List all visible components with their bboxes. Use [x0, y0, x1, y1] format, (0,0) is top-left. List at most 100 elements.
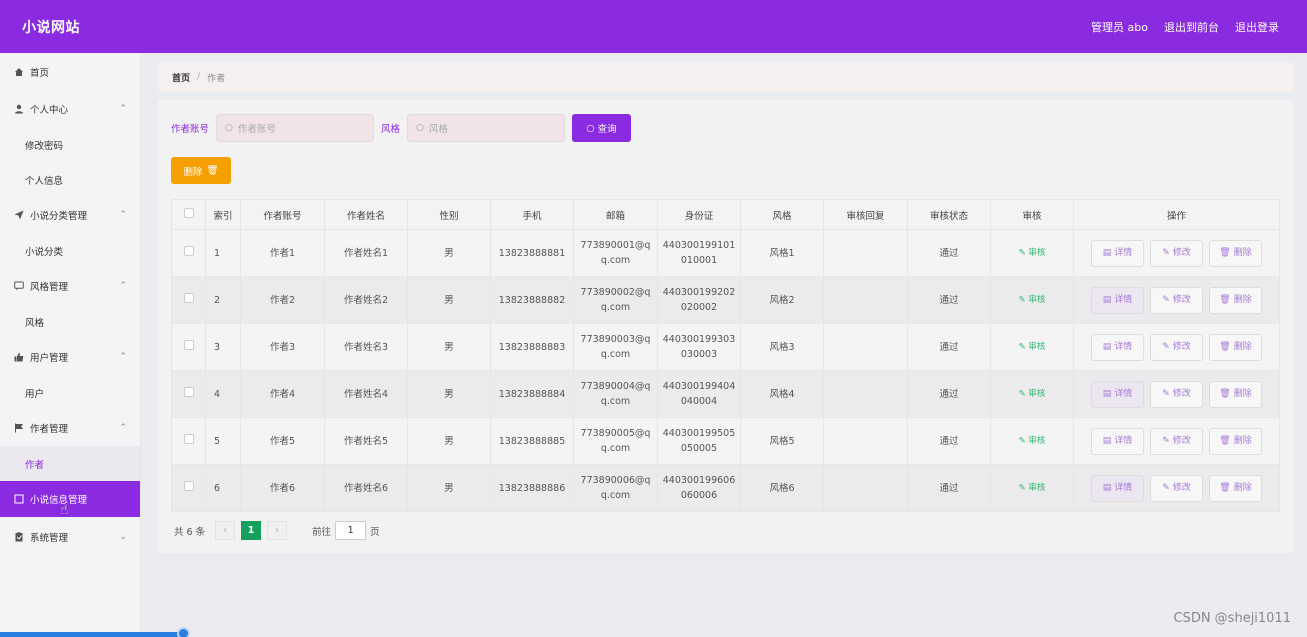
- detail-button[interactable]: ▤ 详情: [1091, 333, 1144, 361]
- sidebar-item-change-password[interactable]: 修改密码: [0, 127, 140, 162]
- edit-button[interactable]: ✎ 修改: [1150, 427, 1203, 455]
- email-line: 773890004@q: [580, 381, 651, 392]
- audit-cell: ✎ 审核: [990, 370, 1074, 418]
- delete-button[interactable]: 🗑 删除: [1209, 427, 1262, 455]
- email-cell: 773890001@q q.com: [573, 229, 658, 277]
- sidebar-item-personal[interactable]: 个人中心 ⌃: [0, 91, 140, 127]
- style-search-input[interactable]: ○ 风格: [407, 114, 566, 142]
- chevron-up-icon: ⌃: [119, 423, 127, 433]
- batch-delete-button[interactable]: 删除 🗑: [171, 157, 231, 184]
- row-checkbox[interactable]: [183, 292, 194, 303]
- delete-button[interactable]: 🗑 删除: [1209, 474, 1262, 502]
- sidebar-item-user-mgmt[interactable]: 用户管理 ⌃: [0, 339, 140, 375]
- sidebar-item-user[interactable]: 用户: [0, 375, 140, 410]
- row-actions: ▤ 详情 ✎ 修改 🗑 删除: [1074, 239, 1279, 267]
- sidebar-item-style[interactable]: 风格: [0, 304, 140, 339]
- sidebar-item-novel-info-mgmt[interactable]: 小说信息管理: [0, 481, 140, 517]
- phone-cell: 13823888882: [490, 276, 574, 324]
- detail-button[interactable]: ▤ 详情: [1091, 427, 1144, 455]
- edit-button[interactable]: ✎ 修改: [1150, 333, 1203, 361]
- detail-icon: ▤: [1102, 294, 1112, 305]
- id-card-cell: 440300199505 050005: [657, 417, 741, 465]
- detail-button[interactable]: ▤ 详情: [1091, 286, 1144, 314]
- table-row[interactable]: 4 作者4 作者姓名4 男 13823888884 773890004@q q.com 440…: [171, 370, 1280, 418]
- delete-button[interactable]: 🗑 删除: [1209, 286, 1262, 314]
- sidebar-item-personal-info[interactable]: 个人信息: [0, 162, 140, 197]
- goto-page-input[interactable]: 1: [335, 521, 367, 540]
- sidebar-item-novel-category[interactable]: 小说分类: [0, 233, 140, 268]
- audit-link[interactable]: ✎ 审核: [1019, 483, 1046, 493]
- sidebar-item-style-mgmt[interactable]: 风格管理 ⌃: [0, 268, 140, 304]
- audit-link[interactable]: ✎ 审核: [1019, 295, 1046, 305]
- edit-button[interactable]: ✎ 修改: [1150, 239, 1203, 267]
- id-card-cell: 440300199101 010001: [657, 229, 741, 277]
- page-suffix: 页: [370, 526, 380, 538]
- email-line: q.com: [600, 490, 631, 501]
- delete-button[interactable]: 🗑 删除: [1209, 239, 1262, 267]
- prev-page-button[interactable]: ‹: [215, 521, 236, 540]
- page-number-button[interactable]: 1: [241, 521, 262, 540]
- audit-link[interactable]: ✎ 审核: [1019, 248, 1046, 258]
- next-page-button[interactable]: ›: [267, 521, 288, 540]
- breadcrumb-separator: /: [197, 72, 201, 82]
- table-row[interactable]: 1 作者1 作者姓名1 男 13823888881 773890001@q q.com 440…: [171, 229, 1280, 277]
- thumbs-up-icon: [14, 352, 24, 362]
- audit-link-label: 审核: [1028, 342, 1046, 352]
- chevron-down-icon: ⌄: [119, 532, 127, 542]
- audit-link[interactable]: ✎ 审核: [1019, 342, 1046, 352]
- horizontal-scrollbar[interactable]: [0, 632, 185, 637]
- name-cell: 作者姓名2: [324, 276, 408, 324]
- select-all-checkbox[interactable]: [183, 208, 194, 218]
- index-cell: 2: [205, 276, 241, 324]
- style-label: 风格: [381, 124, 401, 135]
- edit-button[interactable]: ✎ 修改: [1150, 474, 1203, 502]
- id-line: 010001: [680, 255, 718, 266]
- sidebar-item-category-mgmt[interactable]: 小说分类管理 ⌃: [0, 197, 140, 233]
- sidebar-item-home[interactable]: 首页: [0, 53, 140, 91]
- audit-link-label: 审核: [1028, 483, 1046, 493]
- operations-cell: ▤ 详情 ✎ 修改 🗑 删除: [1073, 464, 1280, 512]
- row-checkbox[interactable]: [183, 386, 194, 397]
- table-header-row: 索引 作者账号 作者姓名 性别 手机 邮箱 身份证 风格 审核回复 审核状态 审…: [171, 199, 1280, 230]
- detail-button[interactable]: ▤ 详情: [1091, 380, 1144, 408]
- email-line: q.com: [600, 443, 631, 454]
- query-button[interactable]: ○ 查询: [572, 114, 632, 142]
- audit-link[interactable]: ✎ 审核: [1019, 436, 1046, 446]
- table-row[interactable]: 3 作者3 作者姓名3 男 13823888883 773890003@q q.com 440…: [171, 323, 1280, 371]
- sidebar-item-author-mgmt[interactable]: 作者管理 ⌃: [0, 410, 140, 446]
- delete-button[interactable]: 🗑 删除: [1209, 380, 1262, 408]
- table-row[interactable]: 6 作者6 作者姓名6 男 13823888886 773890006@q q.com 440…: [171, 464, 1280, 512]
- table-row[interactable]: 5 作者5 作者姓名5 男 13823888885 773890005@q q.com 440…: [171, 417, 1280, 465]
- edit-icon: ✎: [1162, 482, 1170, 493]
- edit-button[interactable]: ✎ 修改: [1150, 286, 1203, 314]
- row-checkbox[interactable]: [183, 339, 194, 350]
- row-checkbox[interactable]: [183, 433, 194, 444]
- id-line: 050005: [680, 443, 718, 454]
- trash-icon: 🗑: [1219, 247, 1231, 258]
- edit-button[interactable]: ✎ 修改: [1150, 380, 1203, 408]
- top-header: 小说网站 管理员 abo 退出到前台 退出登录: [0, 0, 1307, 53]
- sidebar-item-author[interactable]: 作者: [0, 446, 140, 481]
- breadcrumb-home[interactable]: 首页: [172, 71, 190, 84]
- gender-cell: 男: [407, 417, 491, 465]
- breadcrumb: 首页 / 作者: [158, 62, 1293, 92]
- table-row[interactable]: 2 作者2 作者姓名2 男 13823888882 773890002@q q.com 440…: [171, 276, 1280, 324]
- detail-button[interactable]: ▤ 详情: [1091, 239, 1144, 267]
- flag-icon: [14, 423, 24, 433]
- account-search-input[interactable]: ○ 作者账号: [216, 114, 375, 142]
- admin-user-label[interactable]: 管理员 abo: [1091, 19, 1148, 35]
- detail-icon: ▤: [1102, 388, 1112, 399]
- sidebar-item-system-mgmt[interactable]: 系统管理 ⌄: [0, 519, 140, 555]
- id-card-cell: 440300199303 030003: [657, 323, 741, 371]
- audit-link[interactable]: ✎ 审核: [1019, 389, 1046, 399]
- row-checkbox[interactable]: [183, 245, 194, 256]
- id-line: 440300199202: [662, 287, 736, 298]
- row-checkbox[interactable]: [183, 480, 194, 491]
- site-brand[interactable]: 小说网站: [22, 17, 80, 37]
- logout-link[interactable]: 退出登录: [1235, 19, 1279, 35]
- delete-button[interactable]: 🗑 删除: [1209, 333, 1262, 361]
- style-cell: 风格5: [740, 417, 824, 465]
- scrollbar-thumb[interactable]: [177, 627, 190, 637]
- back-to-frontend-link[interactable]: 退出到前台: [1164, 19, 1219, 35]
- detail-button[interactable]: ▤ 详情: [1091, 474, 1144, 502]
